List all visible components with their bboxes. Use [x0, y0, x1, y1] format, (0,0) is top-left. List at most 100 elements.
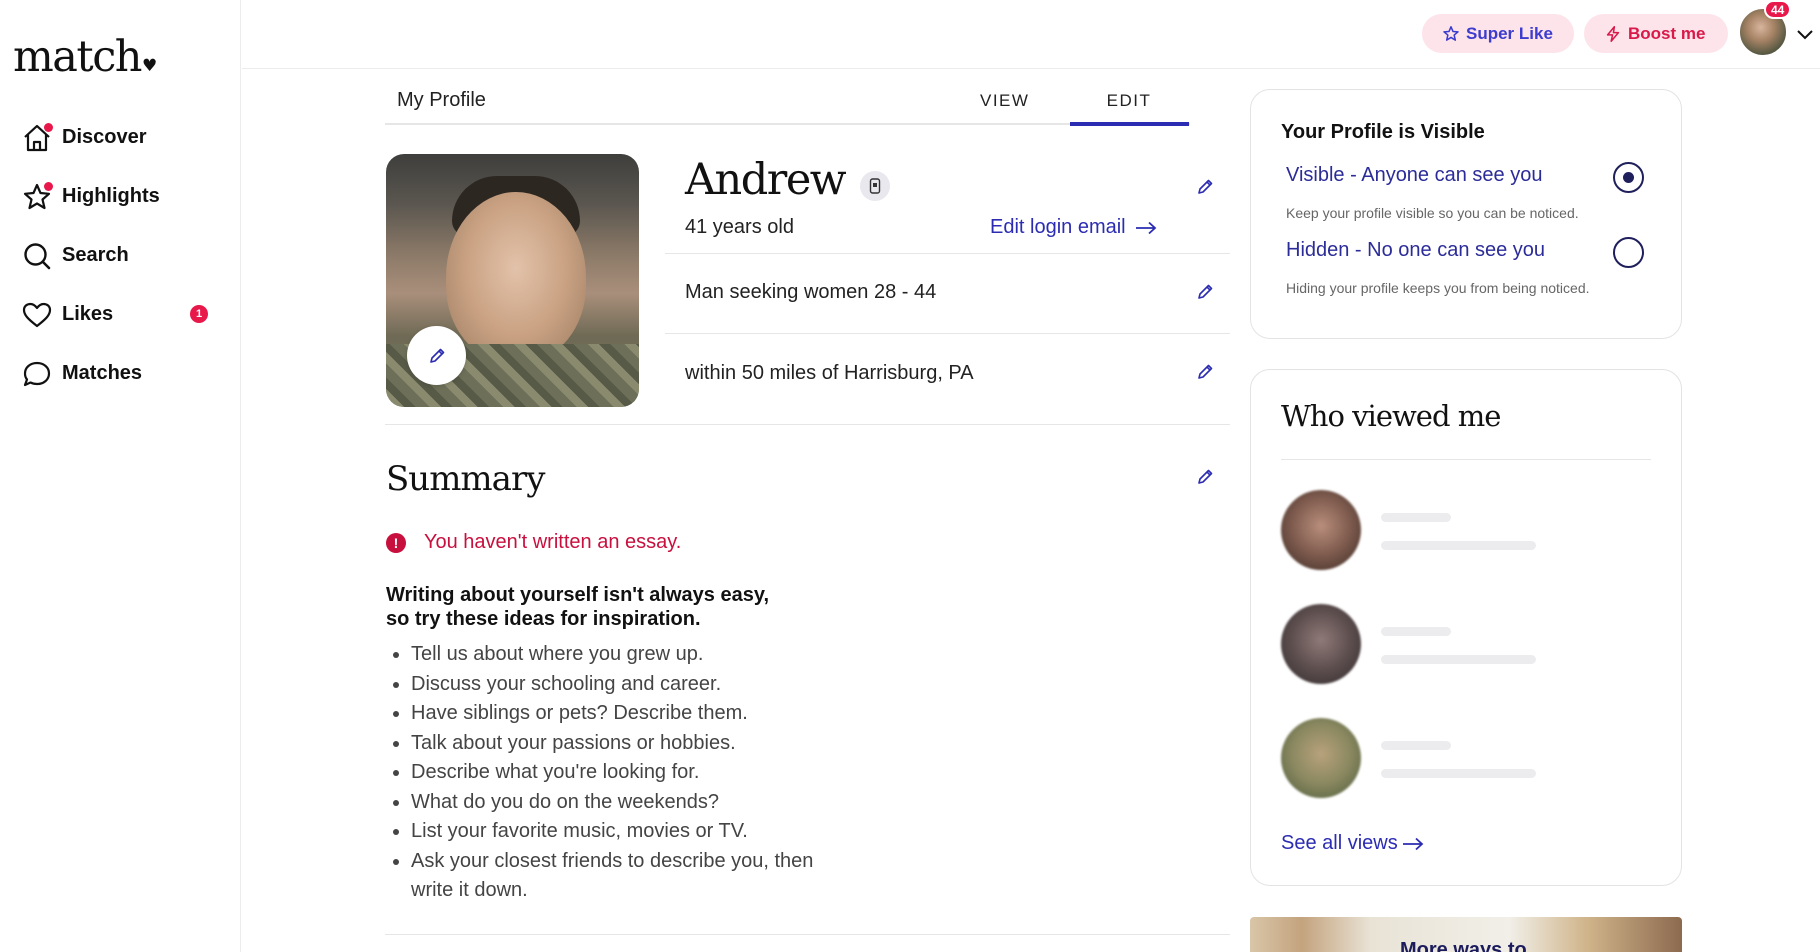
logo-heart-icon: ♥	[141, 56, 157, 76]
page-title: My Profile	[397, 89, 486, 111]
sidebar-item-discover[interactable]: Discover	[20, 108, 160, 167]
skeleton-line	[1381, 769, 1536, 778]
profile-photo[interactable]	[386, 154, 639, 407]
divider	[385, 424, 1230, 425]
boost-me-button[interactable]: Boost me	[1584, 14, 1728, 53]
sidebar-item-label: Highlights	[62, 185, 160, 207]
sidebar: match ♥ Discover Highlights Search Likes…	[0, 0, 241, 952]
see-all-views-label: See all views	[1281, 832, 1398, 854]
hidden-option-label[interactable]: Hidden - No one can see you	[1286, 239, 1545, 262]
promo-text: More ways to	[1400, 939, 1527, 952]
super-like-label: Super Like	[1466, 23, 1553, 43]
home-icon	[20, 121, 54, 155]
likes-count-badge: 1	[190, 305, 208, 323]
divider	[665, 333, 1230, 334]
visible-radio[interactable]	[1613, 162, 1644, 193]
promo-banner[interactable]: More ways to	[1250, 917, 1682, 952]
edit-location-button[interactable]	[1195, 362, 1215, 382]
edit-seeking-button[interactable]	[1195, 282, 1215, 302]
lightning-icon	[1606, 25, 1620, 42]
visible-option-subtext: Keep your profile visible so you can be …	[1286, 205, 1579, 221]
heart-icon	[20, 298, 54, 332]
top-bar: Super Like Boost me 44	[242, 0, 1820, 69]
tips-heading-line: so try these ideas for inspiration.	[386, 608, 701, 630]
viewer-avatar-blurred[interactable]	[1281, 718, 1361, 798]
who-viewed-title: Who viewed me	[1281, 399, 1501, 433]
discover-dot	[44, 122, 53, 132]
see-all-views-link[interactable]: See all views	[1281, 832, 1424, 855]
edit-summary-button[interactable]	[1195, 467, 1215, 487]
app-root: match ♥ Discover Highlights Search Likes…	[0, 0, 1820, 952]
viewer-avatar-blurred[interactable]	[1281, 490, 1361, 570]
summary-title: Summary	[386, 459, 545, 499]
super-like-button[interactable]: Super Like	[1422, 14, 1574, 53]
tab-edit[interactable]: EDIT	[1070, 91, 1188, 111]
pencil-icon	[1198, 469, 1213, 484]
edit-name-button[interactable]	[1195, 177, 1215, 197]
list-item: Have siblings or pets? Describe them.	[411, 699, 831, 729]
edit-login-email-label: Edit login email	[990, 216, 1126, 238]
pencil-icon	[1198, 284, 1213, 299]
highlights-dot	[44, 181, 53, 191]
boost-me-label: Boost me	[1628, 23, 1706, 43]
profile-age: 41 years old	[685, 216, 794, 238]
divider	[665, 253, 1230, 254]
pencil-icon	[1198, 364, 1213, 379]
arrow-right-icon	[1402, 837, 1424, 850]
visible-option-label[interactable]: Visible - Anyone can see you	[1286, 164, 1542, 187]
sidebar-item-label: Likes	[62, 303, 114, 325]
hidden-option-subtext: Hiding your profile keeps you from being…	[1286, 280, 1590, 296]
star-outline-icon	[1443, 25, 1459, 41]
sidebar-nav: Discover Highlights Search Likes 1 Match…	[20, 108, 208, 403]
skeleton-line	[1381, 513, 1451, 522]
tips-list: Tell us about where you grew up. Discuss…	[411, 640, 831, 906]
viewer-avatar-blurred[interactable]	[1281, 604, 1361, 684]
list-item: Tell us about where you grew up.	[411, 640, 831, 670]
sidebar-item-search[interactable]: Search	[20, 226, 160, 285]
pencil-icon	[429, 348, 444, 363]
sidebar-item-label: Matches	[62, 362, 143, 384]
arrow-right-icon	[1135, 221, 1156, 234]
chat-bubble-icon	[20, 357, 54, 391]
visibility-title: Your Profile is Visible	[1281, 121, 1485, 143]
location-preference: within 50 miles of Harrisburg, PA	[685, 362, 974, 384]
sidebar-item-label: Search	[62, 244, 129, 266]
list-item: Describe what you're looking for.	[411, 758, 831, 788]
skeleton-line	[1381, 627, 1451, 636]
alert-icon: !	[386, 532, 406, 553]
profile-tabs: My Profile VIEW EDIT	[385, 81, 1190, 126]
list-item: Discuss your schooling and career.	[411, 670, 831, 700]
tips-heading: Writing about yourself isn't always easy…	[386, 583, 806, 631]
list-item: Talk about your passions or hobbies.	[411, 729, 831, 759]
sidebar-item-matches[interactable]: Matches	[20, 344, 160, 403]
skeleton-line	[1381, 655, 1536, 664]
divider	[1281, 459, 1651, 460]
tab-view[interactable]: VIEW	[980, 91, 1029, 111]
hidden-radio[interactable]	[1613, 237, 1644, 268]
seeking-preference: Man seeking women 28 - 44	[685, 281, 937, 303]
essay-warning: ! You haven't written an essay.	[386, 531, 681, 554]
list-item: List your favorite music, movies or TV.	[411, 817, 831, 847]
essay-warning-text: You haven't written an essay.	[424, 531, 682, 553]
list-item: What do you do on the weekends?	[411, 788, 831, 818]
notification-badge: 44	[1764, 0, 1792, 19]
tips-heading-line: Writing about yourself isn't always easy…	[386, 584, 770, 606]
sidebar-item-likes[interactable]: Likes 1	[20, 285, 208, 344]
profile-name: Andrew	[685, 155, 847, 205]
sidebar-item-highlights[interactable]: Highlights	[20, 167, 160, 226]
skeleton-line	[1381, 741, 1451, 750]
chevron-down-icon[interactable]	[1795, 24, 1815, 44]
active-tab-indicator	[1070, 122, 1189, 126]
match-logo[interactable]: match ♥	[13, 32, 157, 82]
photo-edit-button[interactable]	[407, 326, 466, 385]
photo-face	[446, 192, 586, 362]
phone-verify-icon[interactable]	[860, 171, 890, 201]
edit-login-email-link[interactable]: Edit login email	[990, 216, 1157, 239]
skeleton-line	[1381, 541, 1536, 550]
divider	[385, 934, 1230, 935]
search-icon	[20, 239, 54, 273]
who-viewed-card: Who viewed me See all views	[1250, 369, 1682, 886]
logo-text: match	[13, 32, 142, 82]
list-item: Ask your closest friends to describe you…	[411, 847, 831, 906]
star-icon	[20, 180, 54, 214]
